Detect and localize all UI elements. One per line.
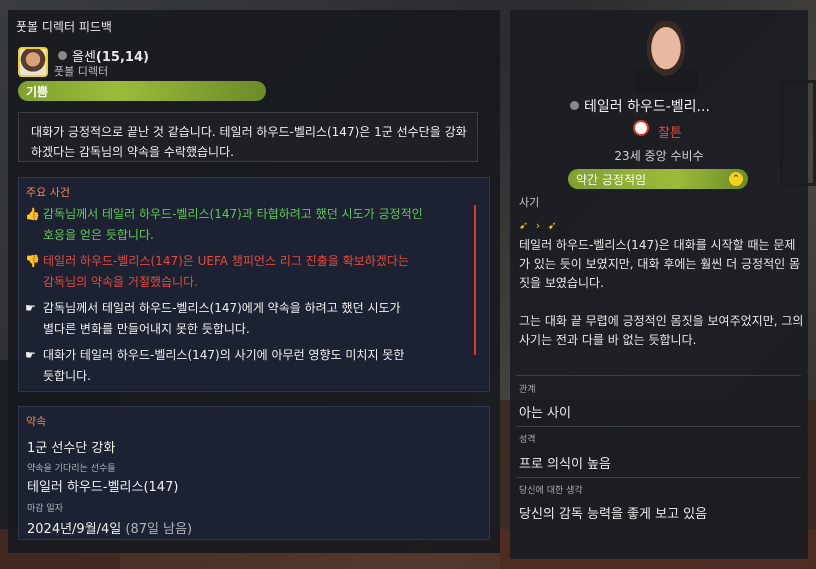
player-name: 테일러 하우드-벨리... xyxy=(584,99,710,115)
person-icon xyxy=(58,51,67,60)
opinion-label: 당신에 대한 생각 xyxy=(519,486,583,496)
morale-title: 사기 xyxy=(519,196,540,209)
director-avatar[interactable] xyxy=(18,47,48,77)
morale-text-2: 그는 대화 끝 무렵에 긍정적인 몸짓을 보여주었지만, 그의 사기는 전과 다… xyxy=(519,314,804,347)
promise-value: 1군 선수단 강화 xyxy=(27,441,116,456)
relation-label: 관계 xyxy=(519,385,536,395)
hand-point-icon: ☛ xyxy=(25,348,36,362)
key-events-box: 주요 사건 👍 감독님께서 테일러 하우드-벨리스(147)과 타협하려고 했던 … xyxy=(18,177,490,392)
opinion-value: 당신의 감독 능력을 좋게 보고 있음 xyxy=(519,507,708,522)
divider xyxy=(516,375,801,376)
hand-point-icon: ☛ xyxy=(25,301,36,315)
panel-title: 풋볼 디렉터 피드백 xyxy=(16,20,112,34)
event-item: ☛ 대화가 테일러 하우드-벨리스(147)의 사기에 아무런 영향도 미치지 못… xyxy=(25,345,465,387)
club-badge-icon[interactable] xyxy=(633,120,649,136)
person-icon xyxy=(570,101,579,110)
event-item: 👍 감독님께서 테일러 하우드-벨리스(147)과 타협하려고 했던 시도가 긍정… xyxy=(25,204,465,246)
chevron-up-icon[interactable]: ⌃ xyxy=(729,172,743,186)
event-item: 👎 테일러 하우드-벨리스(147)은 UEFA 챔피언스 리그 진출을 확보하겠… xyxy=(25,251,465,293)
director-role: 풋볼 디렉터 xyxy=(54,65,109,78)
personality-label: 성격 xyxy=(519,435,536,445)
player-name-row[interactable]: 테일러 하우드-벨리... xyxy=(570,96,805,116)
divider xyxy=(516,426,801,427)
player-club[interactable]: 찰튼 xyxy=(658,122,682,141)
deadline-remaining: (87일 남음) xyxy=(125,522,193,537)
event-item: ☛ 감독님께서 테일러 하우드-벨리스(147)에게 약속을 하려고 했던 시도가… xyxy=(25,298,465,340)
player-portrait[interactable] xyxy=(634,20,698,94)
director-mood: 기쁨 xyxy=(26,85,49,99)
player-mood: 약간 긍정적임 xyxy=(576,173,647,187)
player-mood-bar[interactable]: 약간 긍정적임 ⌃ xyxy=(568,169,748,189)
promise-title: 약속 xyxy=(26,415,47,428)
thumbs-up-icon: 👍 xyxy=(25,207,40,221)
relation-value: 아는 사이 xyxy=(519,406,571,421)
personality-value: 프로 의식이 높음 xyxy=(519,457,611,472)
divider xyxy=(516,477,801,478)
waiting-player[interactable]: 테일러 하우드-벨리스(147) xyxy=(27,476,178,495)
deadline-label: 마감 일자 xyxy=(27,504,63,514)
director-mood-bar: 기쁨 xyxy=(18,81,266,101)
deadline-row: 2024년/9월/4일 (87일 남음) xyxy=(27,518,192,537)
morale-text-1: 테일러 하우드-벨리스(147)은 대화를 시작할 때는 문제가 있는 듯이 보… xyxy=(519,238,801,290)
conversation-summary: 대화가 긍정적으로 끝난 것 같습니다. 테일러 하우드-벨리스(147)은 1… xyxy=(18,112,478,162)
thumbs-down-icon: 👎 xyxy=(25,254,40,268)
deadline-value: 2024년/9월/4일 xyxy=(27,522,122,537)
morale-trend-icon: ➹ › ➹ xyxy=(519,219,559,232)
promise-box: 약속 1군 선수단 강화 약속을 기다리는 선수들 테일러 하우드-벨리스(14… xyxy=(18,406,490,540)
key-events-title: 주요 사건 xyxy=(26,186,70,199)
player-info: 23세 중앙 수비수 xyxy=(614,149,704,163)
waiting-label: 약속을 기다리는 선수들 xyxy=(27,464,116,474)
player-panel: 테일러 하우드-벨리... 찰튼 23세 중앙 수비수 약간 긍정적임 ⌃ 사기 … xyxy=(510,10,808,559)
director-feedback-panel: 풋볼 디렉터 피드백 올센(15,14) 풋볼 디렉터 기쁨 대화가 긍정적으로… xyxy=(8,10,500,553)
scrollbar[interactable] xyxy=(474,205,476,355)
